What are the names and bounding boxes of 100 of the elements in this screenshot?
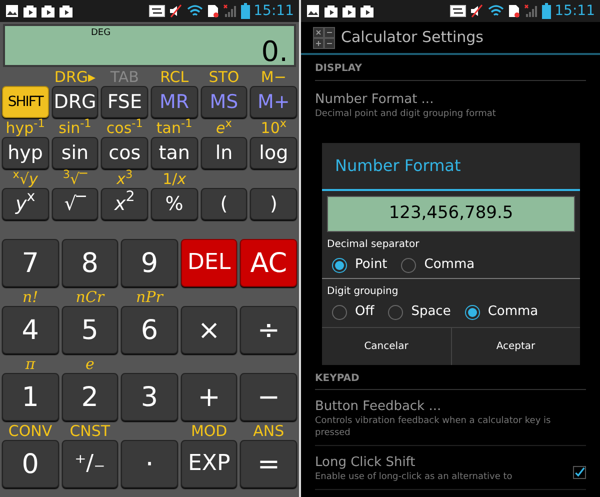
calculator-key[interactable]: 8 [62, 239, 118, 287]
screen-share-icon [450, 4, 466, 18]
shift-function-label: e [85, 357, 94, 372]
calculator-key[interactable]: ⁺∕₋ [62, 440, 118, 488]
calculator-key[interactable]: SHIFT [2, 86, 49, 118]
setting-title: Number Format ... [315, 91, 434, 108]
calculator-key[interactable]: log [250, 137, 297, 169]
settings-item[interactable]: Number Format ... Decimal point and digit grouping format [315, 81, 586, 130]
shift-function-label: CNST [70, 424, 110, 439]
calculator-key[interactable]: tan [151, 137, 198, 169]
signal-icon [524, 4, 538, 18]
calculator-key[interactable]: × [180, 306, 238, 354]
calculator-key[interactable]: 6 [121, 306, 178, 354]
group-label: Decimal separator [327, 238, 420, 252]
checkbox[interactable] [573, 466, 586, 478]
signal-icon [222, 4, 237, 18]
radio-option[interactable]: Comma [464, 302, 538, 322]
radio-option[interactable]: Comma [401, 255, 475, 275]
calculator-key[interactable]: EXP [180, 440, 238, 488]
dialog-button[interactable]: Cancelar [322, 328, 450, 365]
calculator-key[interactable]: 2 [62, 373, 118, 421]
store-bag-icon [23, 4, 37, 18]
shift-function-label: MOD [190, 424, 228, 439]
radio-option[interactable]: Point [332, 255, 388, 275]
shift-function-label: DRG▸ [54, 70, 96, 85]
display-value: 0. [261, 38, 288, 66]
setting-summary: Enable use of long-click as an alternative to [315, 470, 514, 482]
section-header: DISPLAY [315, 62, 362, 76]
shift-function-label: hyp$^{-1}$ [6, 121, 45, 136]
gallery-icon [5, 4, 19, 18]
calculator-key[interactable]: ) [250, 188, 297, 220]
angle-mode: DEG [91, 29, 111, 38]
shift-function-label: nCr [76, 290, 104, 305]
setting-summary: Controls vibration feedback when a calculator key is pressed [315, 414, 552, 438]
calculator-key[interactable]: · [121, 440, 178, 488]
radio-option[interactable]: Space [388, 302, 451, 322]
calculator-key[interactable]: 9 [121, 239, 178, 287]
calculator-key[interactable]: 1 [2, 373, 59, 421]
sim-card-icon [508, 4, 520, 18]
calculator-key[interactable]: √‾ [52, 188, 98, 220]
dialog-title: Number Format [335, 155, 461, 177]
calculator-key[interactable]: DEL [180, 239, 238, 287]
calculator-key[interactable]: x$^{2}$ [101, 188, 148, 220]
store-bag-icon [324, 4, 338, 18]
shift-function-label: 1/x [162, 172, 186, 187]
calculator-key[interactable]: − [240, 373, 297, 421]
group-label: Digit grouping [327, 285, 400, 299]
shift-function-label: nPr [136, 290, 163, 305]
shift-function-label: sin$^{-1}$ [58, 121, 92, 136]
calculator-key[interactable]: MR [151, 86, 198, 118]
calculator-key[interactable]: AC [240, 239, 297, 287]
wifi-icon [186, 4, 203, 18]
calculator-key[interactable]: % [151, 188, 198, 220]
gallery-icon [306, 4, 320, 18]
calculator-key[interactable]: = [240, 440, 297, 488]
calculator-key[interactable]: ( [200, 188, 248, 220]
setting-title: Long Click Shift [315, 454, 416, 470]
shift-function-label: e$^{x}$ [216, 121, 232, 136]
screen-title: Calculator Settings [341, 27, 484, 48]
calculator-key[interactable]: 3 [121, 373, 178, 421]
shift-function-label: n! [22, 290, 38, 305]
clock-time: 15:11 [554, 2, 595, 20]
shift-function-label: CONV [8, 424, 52, 439]
calculator-key[interactable]: y$^{x}$ [2, 188, 49, 220]
shift-function-label: RCL [160, 70, 189, 85]
shift-function-label: $^{3}$√‾ [62, 172, 88, 187]
calculator-key[interactable]: MS [200, 86, 248, 118]
shift-function-label: M− [260, 70, 286, 85]
calculator-key[interactable]: 7 [2, 239, 59, 287]
battery-icon [240, 3, 250, 19]
calculator-key[interactable]: ln [200, 137, 248, 169]
muted-speaker-icon [470, 4, 484, 18]
calculator-key[interactable]: DRG [52, 86, 98, 118]
radio-option[interactable]: Off [332, 302, 374, 322]
format-preview: 123,456,789.5 [327, 196, 575, 232]
calculator-key[interactable]: 5 [62, 306, 118, 354]
store-bag-icon [360, 4, 374, 18]
calculator-key[interactable]: sin [52, 137, 98, 169]
calculator-key[interactable]: ÷ [240, 306, 297, 354]
calculator-key[interactable]: 0 [2, 440, 59, 488]
calculator-key[interactable]: cos [101, 137, 148, 169]
calculator-key[interactable]: hyp [2, 137, 49, 169]
shift-function-label: π [25, 357, 36, 372]
calculator-key[interactable]: + [180, 373, 238, 421]
shift-function-label: 10$^{x}$ [260, 121, 287, 136]
shift-function-label: ANS [253, 424, 284, 439]
shift-function-label: x$^{3}$ [116, 172, 133, 187]
sim-card-icon [206, 4, 219, 18]
shift-function-label: $^{x}$√y [12, 172, 38, 187]
shift-function-label: cos$^{-1}$ [106, 121, 143, 136]
calculator-key[interactable]: FSE [101, 86, 148, 118]
battery-icon [542, 3, 551, 19]
store-bag-icon [59, 4, 73, 18]
muted-speaker-icon [168, 4, 183, 18]
shift-function-label: tan$^{-1}$ [156, 121, 192, 136]
screen-share-icon [148, 4, 165, 18]
calculator-key[interactable]: M+ [250, 86, 297, 118]
calculator-key[interactable]: 4 [2, 306, 59, 354]
calculator-app-icon [313, 26, 335, 48]
dialog-button[interactable]: Aceptar [450, 328, 580, 365]
